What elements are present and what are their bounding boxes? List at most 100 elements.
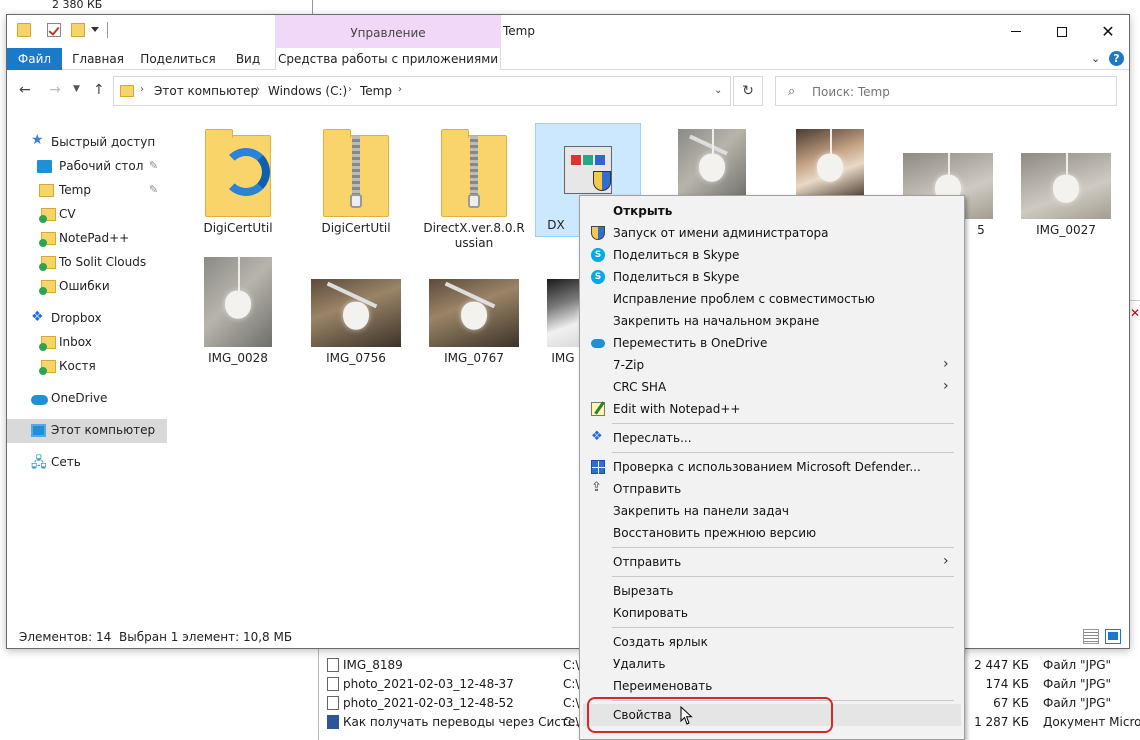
breadcrumb-temp[interactable]: Temp <box>360 84 392 98</box>
file-item[interactable]: IMG_0028 <box>183 257 293 377</box>
search-input[interactable] <box>812 83 1102 101</box>
large-icons-view-icon[interactable] <box>1105 629 1121 644</box>
menu-item-send-to[interactable]: Отправить › <box>583 551 961 573</box>
new-folder-icon[interactable] <box>71 23 85 37</box>
menu-item-forward[interactable]: ❖ Переслать... <box>583 427 961 449</box>
manage-contextual-tab[interactable]: Управление <box>275 15 501 48</box>
file-item[interactable]: DigiCertUtil <box>301 125 411 255</box>
nav-item-notepadpp[interactable]: NotePad++ <box>7 227 167 251</box>
breadcrumb-this-pc[interactable]: Этот компьютер <box>154 84 258 98</box>
expand-ribbon-chevron-icon[interactable]: ⌄ <box>1091 52 1100 65</box>
menu-item-pin-start[interactable]: Закрепить на начальном экране <box>583 310 961 332</box>
menu-item-move-onedrive[interactable]: Переместить в OneDrive <box>583 332 961 354</box>
menu-item-defender-scan[interactable]: Проверка с использованием Microsoft Defe… <box>583 456 961 478</box>
menu-item-pin-taskbar[interactable]: Закрепить на панели задач <box>583 500 961 522</box>
tab-home[interactable]: Главная <box>65 48 131 70</box>
file-item[interactable]: DigiCertUtil <box>183 125 293 255</box>
selection-info: Выбран 1 элемент: 10,8 МБ <box>119 630 293 644</box>
file-label: DigiCertUtil <box>321 221 391 235</box>
nav-item-inbox[interactable]: Inbox <box>7 331 167 355</box>
folder-icon[interactable] <box>17 23 31 37</box>
menu-item-crc-sha[interactable]: CRC SHA › <box>583 376 961 398</box>
file-name: photo_2021-02-03_12-48-37 <box>343 677 514 691</box>
nav-item-desktop[interactable]: Рабочий стол ✎ <box>7 155 167 179</box>
menu-item-share-skype[interactable]: S Поделиться в Skype <box>583 266 961 288</box>
nav-item-onedrive[interactable]: OneDrive <box>7 387 167 411</box>
menu-item-share[interactable]: ⇪ Отправить <box>583 478 961 500</box>
tab-share[interactable]: Поделиться <box>137 48 219 70</box>
nav-item-this-pc[interactable]: Этот компьютер <box>7 419 167 443</box>
breadcrumb-separator-icon[interactable]: › <box>140 84 144 95</box>
address-history-chevron-icon[interactable]: ⌄ <box>714 85 722 96</box>
folder-icon <box>120 85 134 97</box>
menu-item-7zip[interactable]: 7-Zip › <box>583 354 961 376</box>
search-icon: ⌕ <box>788 84 796 99</box>
file-name: photo_2021-02-03_12-48-52 <box>343 696 514 710</box>
menu-item-open[interactable]: Открыть <box>583 200 961 222</box>
breadcrumb-separator-icon[interactable]: › <box>348 84 352 95</box>
tab-file[interactable]: Файл <box>7 48 62 70</box>
menu-item-restore-version[interactable]: Восстановить прежнюю версию <box>583 522 961 544</box>
toolbar-divider <box>107 22 108 38</box>
menu-item-edit-notepadpp[interactable]: Edit with Notepad++ <box>583 398 961 420</box>
nav-item-temp[interactable]: Temp ✎ <box>7 179 167 203</box>
close-button[interactable]: ✕ <box>1085 15 1131 48</box>
refresh-button[interactable]: ↻ <box>733 76 763 106</box>
nav-item-quick-access[interactable]: ★ Быстрый доступ <box>7 131 167 155</box>
photo-thumbnail <box>311 279 401 347</box>
customize-toolbar-chevron-icon[interactable] <box>91 27 99 32</box>
menu-item-label: Открыть <box>613 204 673 218</box>
menu-item-cut[interactable]: Вырезать <box>583 580 961 602</box>
menu-item-create-shortcut[interactable]: Создать ярлык <box>583 631 961 653</box>
menu-item-rename[interactable]: Переименовать <box>583 675 961 697</box>
pin-icon[interactable]: ✎ <box>149 159 158 172</box>
menu-item-copy[interactable]: Копировать <box>583 602 961 624</box>
search-box[interactable]: ⌕ <box>775 76 1117 106</box>
menu-separator <box>612 423 954 424</box>
properties-check-icon[interactable] <box>47 23 61 37</box>
minimize-button[interactable] <box>993 15 1039 48</box>
file-path: C:\ <box>563 658 580 672</box>
photo-thumbnail <box>678 129 746 201</box>
nav-item-errors[interactable]: Ошибки <box>7 275 167 299</box>
file-item[interactable]: IMG_0756 <box>301 257 411 377</box>
nav-item-dropbox[interactable]: ❖ Dropbox <box>7 307 167 331</box>
skype-icon: S <box>591 270 605 284</box>
menu-item-run-as-admin[interactable]: Запуск от имени администратора <box>583 222 961 244</box>
nav-item-cv[interactable]: CV <box>7 203 167 227</box>
breadcrumb-separator-icon[interactable]: › <box>256 84 260 95</box>
file-item[interactable]: DirectX.ver.8.0.Russian <box>419 125 529 255</box>
tab-view[interactable]: Вид <box>229 48 267 70</box>
tab-application-tools[interactable]: Средства работы с приложениями <box>275 48 501 70</box>
help-icon[interactable]: ? <box>1109 51 1124 66</box>
folder-icon <box>205 129 271 217</box>
photo-thumbnail <box>204 257 272 347</box>
nav-item-kostya[interactable]: Костя <box>7 355 167 379</box>
breadcrumb-separator-icon[interactable]: › <box>398 84 402 95</box>
menu-item-label: Восстановить прежнюю версию <box>613 526 817 540</box>
nav-item-label: Dropbox <box>51 311 102 325</box>
forward-arrow-icon[interactable]: → <box>49 82 61 98</box>
file-item[interactable]: IMG_0027 <box>1011 125 1121 255</box>
breadcrumb-windows-c[interactable]: Windows (C:) <box>268 84 347 98</box>
menu-item-compatibility[interactable]: Исправление проблем с совместимостью <box>583 288 961 310</box>
maximize-button[interactable] <box>1039 15 1085 48</box>
up-arrow-icon[interactable]: ↑ <box>93 82 105 98</box>
pin-icon[interactable]: ✎ <box>149 183 158 196</box>
menu-item-share-skype[interactable]: S Поделиться в Skype <box>583 244 961 266</box>
back-arrow-icon[interactable]: ← <box>19 82 31 98</box>
address-bar[interactable]: › Этот компьютер › Windows (C:) › Temp ›… <box>113 76 731 106</box>
recent-locations-chevron-icon[interactable]: ▼ <box>73 84 80 94</box>
menu-item-delete[interactable]: Удалить <box>583 653 961 675</box>
folder-synced-icon <box>39 208 56 223</box>
details-view-icon[interactable] <box>1083 629 1099 644</box>
background-close-icon: ✕ <box>1130 306 1140 320</box>
nav-item-label: Temp <box>59 183 91 197</box>
zip-folder-icon <box>323 129 389 217</box>
refresh-icon: ↻ <box>742 83 754 99</box>
file-item[interactable]: IMG_0767 <box>419 257 529 377</box>
nav-item-label: Быстрый доступ <box>51 135 156 149</box>
minimize-icon <box>1011 31 1021 32</box>
nav-item-to-solit-clouds[interactable]: To Solit Clouds <box>7 251 167 275</box>
nav-item-network[interactable]: 🖧 Сеть <box>7 451 167 475</box>
